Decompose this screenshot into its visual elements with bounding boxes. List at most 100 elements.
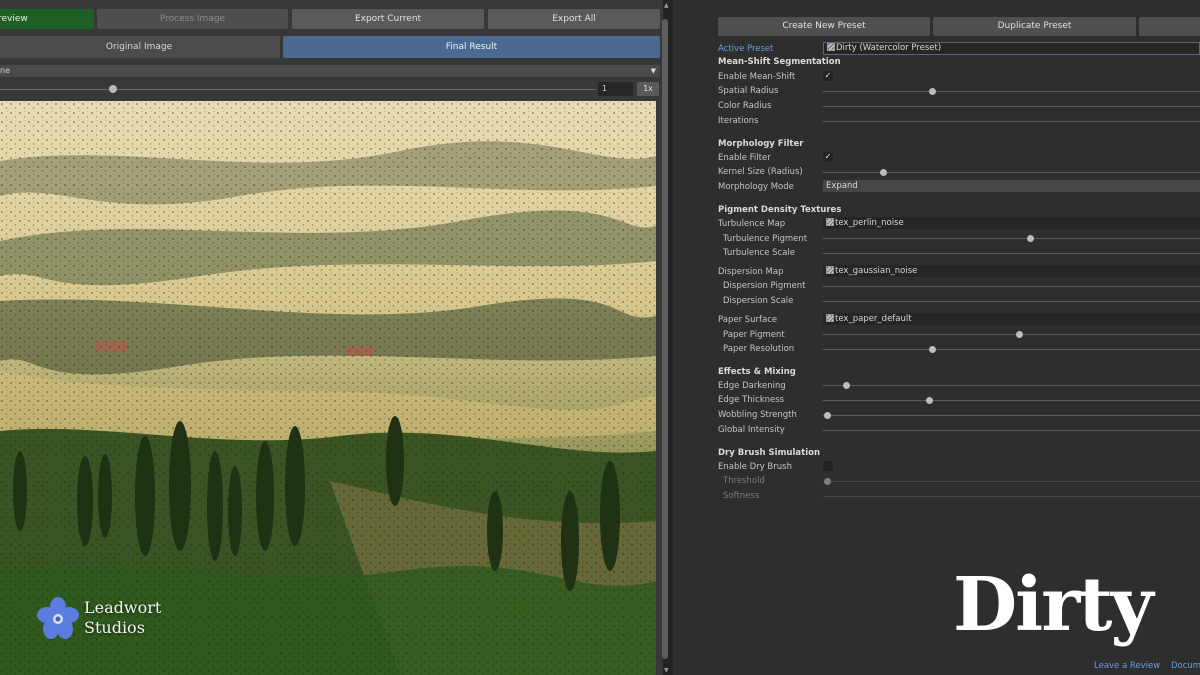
texture-asset-icon bbox=[826, 218, 834, 226]
leave-review-link[interactable]: Leave a Review bbox=[1094, 661, 1160, 671]
create-preset-button[interactable]: Create New Preset bbox=[718, 17, 930, 36]
pigment-section-title: Pigment Density Textures bbox=[718, 205, 842, 215]
edge-darkening-handle[interactable] bbox=[842, 382, 850, 389]
threshold-slider[interactable] bbox=[823, 478, 1200, 485]
spatial-radius-handle[interactable] bbox=[929, 88, 937, 95]
turbulence-pigment-label: Turbulence Pigment bbox=[723, 234, 808, 244]
zoom-slider[interactable] bbox=[0, 88, 596, 90]
turbulence-map-field[interactable]: tex_perlin_noise bbox=[823, 217, 1200, 229]
preview-scrollbar[interactable]: ▲ ▼ bbox=[662, 0, 673, 675]
paper-resolution-label: Paper Resolution bbox=[723, 344, 795, 354]
active-preset-field[interactable]: Dirty (Watercolor Preset) bbox=[823, 42, 1200, 55]
studio-name: Leadwort Studios bbox=[84, 598, 161, 638]
threshold-handle[interactable] bbox=[823, 478, 831, 485]
studio-name-line2: Studios bbox=[84, 618, 145, 637]
paper-surface-value: tex_paper_default bbox=[835, 314, 912, 324]
active-preset-label: Active Preset bbox=[718, 44, 774, 54]
zoom-value-field[interactable]: 1 bbox=[598, 82, 633, 96]
iterations-label: Iterations bbox=[718, 116, 759, 126]
process-image-button[interactable]: Process Image bbox=[97, 9, 288, 29]
threshold-label: Threshold bbox=[723, 476, 765, 486]
active-preset-value: Dirty (Watercolor Preset) bbox=[836, 43, 942, 53]
inspector-panel: Create New Preset Duplicate Preset Activ… bbox=[673, 0, 1200, 675]
kernel-size-slider[interactable] bbox=[823, 169, 1200, 176]
wobbling-strength-handle[interactable] bbox=[823, 412, 831, 419]
turbulence-map-label: Turbulence Map bbox=[718, 219, 786, 229]
wobbling-strength-label: Wobbling Strength bbox=[718, 410, 797, 420]
export-current-button[interactable]: Export Current bbox=[292, 9, 484, 29]
kernel-size-label: Kernel Size (Radius) bbox=[718, 167, 803, 177]
zoom-slider-handle[interactable] bbox=[109, 85, 118, 93]
flower-logo-icon bbox=[37, 597, 79, 639]
morphology-mode-label: Morphology Mode bbox=[718, 182, 794, 192]
scroll-up-icon[interactable]: ▲ bbox=[664, 2, 669, 9]
paper-resolution-handle[interactable] bbox=[929, 346, 937, 353]
enable-filter-label: Enable Filter bbox=[718, 153, 771, 163]
iterations-slider[interactable] bbox=[823, 121, 1200, 122]
dispersion-pigment-slider[interactable] bbox=[823, 286, 1200, 287]
tab-final-result[interactable]: Final Result bbox=[283, 36, 660, 58]
scrollbar-thumb[interactable] bbox=[662, 19, 668, 659]
paper-pigment-slider[interactable] bbox=[823, 331, 1200, 338]
export-all-button[interactable]: Export All bbox=[488, 9, 660, 29]
turbulence-scale-label: Turbulence Scale bbox=[723, 248, 796, 258]
turbulence-map-value: tex_perlin_noise bbox=[835, 218, 904, 228]
wobbling-strength-slider[interactable] bbox=[823, 412, 1200, 419]
preset-name-overlay: Dirty bbox=[953, 562, 1153, 648]
spatial-radius-slider[interactable] bbox=[823, 88, 1200, 95]
edge-darkening-slider[interactable] bbox=[823, 382, 1200, 389]
documentation-link[interactable]: Docume bbox=[1171, 661, 1200, 671]
kernel-size-handle[interactable] bbox=[880, 169, 888, 176]
enable-mean-shift-label: Enable Mean-Shift bbox=[718, 72, 796, 82]
zoom-reset-button[interactable]: 1x bbox=[637, 82, 659, 96]
color-radius-label: Color Radius bbox=[718, 101, 772, 111]
display-mode-value: ne bbox=[0, 66, 10, 75]
edge-thickness-handle[interactable] bbox=[925, 397, 933, 404]
paper-pigment-handle[interactable] bbox=[1016, 331, 1024, 338]
turbulence-pigment-handle[interactable] bbox=[1027, 235, 1035, 242]
duplicate-preset-button[interactable]: Duplicate Preset bbox=[933, 17, 1136, 36]
display-mode-dropdown[interactable]: ne ▼ bbox=[0, 65, 660, 77]
landscape-image bbox=[0, 101, 656, 675]
texture-asset-icon bbox=[826, 314, 834, 322]
paper-surface-field[interactable]: tex_paper_default bbox=[823, 313, 1200, 325]
mean-shift-section-title: Mean-Shift Segmentation bbox=[718, 57, 841, 67]
preset-asset-icon bbox=[827, 43, 835, 51]
color-radius-slider[interactable] bbox=[823, 106, 1200, 107]
processed-image-canvas[interactable] bbox=[0, 101, 656, 675]
chevron-down-icon: ▼ bbox=[650, 67, 656, 75]
turbulence-pigment-slider[interactable] bbox=[823, 235, 1200, 242]
tab-original-image[interactable]: Original Image bbox=[0, 36, 280, 58]
morphology-mode-dropdown[interactable]: Expand bbox=[823, 180, 1200, 192]
enable-mean-shift-checkbox[interactable]: ✓ bbox=[823, 71, 833, 81]
dispersion-map-label: Dispersion Map bbox=[718, 267, 784, 277]
enable-dry-brush-label: Enable Dry Brush bbox=[718, 462, 792, 472]
effects-section-title: Effects & Mixing bbox=[718, 367, 796, 377]
paper-pigment-label: Paper Pigment bbox=[723, 330, 785, 340]
global-intensity-label: Global Intensity bbox=[718, 425, 785, 435]
edge-thickness-slider[interactable] bbox=[823, 397, 1200, 404]
softness-slider[interactable] bbox=[823, 496, 1200, 497]
scroll-down-icon[interactable]: ▼ bbox=[664, 667, 669, 674]
spatial-radius-label: Spatial Radius bbox=[718, 86, 779, 96]
global-intensity-slider[interactable] bbox=[823, 430, 1200, 431]
dispersion-map-value: tex_gaussian_noise bbox=[835, 266, 918, 276]
turbulence-scale-slider[interactable] bbox=[823, 253, 1200, 254]
dispersion-map-field[interactable]: tex_gaussian_noise bbox=[823, 265, 1200, 277]
dispersion-pigment-label: Dispersion Pigment bbox=[723, 281, 806, 291]
edge-darkening-label: Edge Darkening bbox=[718, 381, 786, 391]
studio-name-line1: Leadwort bbox=[84, 598, 162, 617]
preset-extra-button[interactable] bbox=[1139, 17, 1200, 36]
dry-brush-section-title: Dry Brush Simulation bbox=[718, 448, 820, 458]
image-preview-pane: review Process Image Export Current Expo… bbox=[0, 0, 663, 675]
enable-filter-checkbox[interactable]: ✓ bbox=[823, 152, 833, 162]
morphology-section-title: Morphology Filter bbox=[718, 139, 804, 149]
dispersion-scale-label: Dispersion Scale bbox=[723, 296, 794, 306]
texture-asset-icon bbox=[826, 266, 834, 274]
softness-label: Softness bbox=[723, 491, 760, 501]
paper-resolution-slider[interactable] bbox=[823, 346, 1200, 353]
dispersion-scale-slider[interactable] bbox=[823, 301, 1200, 302]
preview-button[interactable]: review bbox=[0, 9, 94, 29]
enable-dry-brush-checkbox[interactable] bbox=[823, 461, 833, 471]
edge-thickness-label: Edge Thickness bbox=[718, 395, 785, 405]
